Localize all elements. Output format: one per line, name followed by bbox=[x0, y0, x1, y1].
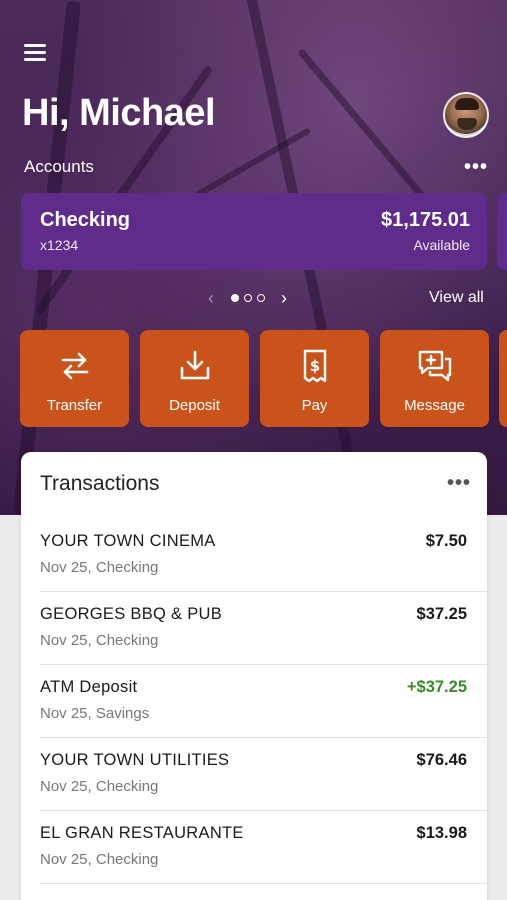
transfer-button[interactable]: Transfer bbox=[20, 330, 129, 427]
message-chat-icon bbox=[418, 350, 452, 382]
pay-button[interactable]: $ Pay bbox=[260, 330, 369, 427]
row-divider bbox=[40, 883, 487, 884]
transaction-amount: $7.50 bbox=[425, 532, 467, 550]
transaction-detail: Nov 25, Savings bbox=[40, 705, 150, 722]
transaction-merchant: GEORGES BBQ & PUB bbox=[40, 605, 223, 623]
account-number: x1234 bbox=[40, 237, 79, 253]
more-actions-peek[interactable] bbox=[499, 330, 507, 427]
chevron-left-icon[interactable]: ‹ bbox=[204, 288, 218, 309]
transaction-row[interactable]: YOUR TOWN CINEMA Nov 25, Checking $7.50 bbox=[21, 519, 487, 592]
transactions-more-icon[interactable]: ••• bbox=[447, 472, 471, 495]
transactions-title: Transactions bbox=[40, 472, 160, 495]
quick-actions: Transfer Deposit $ Pay Message bbox=[0, 330, 507, 427]
view-all-link[interactable]: View all bbox=[429, 289, 484, 307]
transaction-amount: $37.25 bbox=[416, 605, 467, 623]
message-button[interactable]: Message bbox=[380, 330, 489, 427]
pay-label: Pay bbox=[301, 397, 328, 414]
pager-dot-2[interactable] bbox=[243, 294, 252, 302]
accounts-more-icon[interactable]: ••• bbox=[464, 156, 488, 179]
message-label: Message bbox=[404, 397, 465, 414]
account-pager: ‹ › bbox=[204, 288, 291, 308]
transaction-merchant: YOUR TOWN CINEMA bbox=[40, 532, 216, 550]
transaction-row[interactable]: EL GRAN RESTAURANTE Nov 25, Checking $13… bbox=[21, 811, 487, 884]
transfer-arrows-icon bbox=[61, 352, 89, 380]
transaction-amount: $76.46 bbox=[416, 751, 467, 769]
deposit-button[interactable]: Deposit bbox=[140, 330, 249, 427]
transaction-detail: Nov 25, Checking bbox=[40, 851, 159, 868]
hamburger-menu-icon[interactable] bbox=[24, 44, 46, 62]
account-balance: $1,175.01 bbox=[381, 209, 470, 231]
chevron-right-icon[interactable]: › bbox=[277, 288, 291, 309]
next-account-card[interactable] bbox=[497, 193, 507, 270]
transaction-merchant: YOUR TOWN UTILITIES bbox=[40, 751, 230, 769]
greeting-title: Hi, Michael bbox=[22, 92, 216, 134]
pager-dot-1[interactable] bbox=[230, 294, 239, 302]
transaction-detail: Nov 25, Checking bbox=[40, 632, 159, 649]
transactions-panel: Transactions ••• YOUR TOWN CINEMA Nov 25… bbox=[21, 452, 487, 900]
transaction-amount: +$37.25 bbox=[406, 678, 467, 696]
transaction-row[interactable]: GEORGES BBQ & PUB Nov 25, Checking $37.2… bbox=[21, 592, 487, 665]
transaction-detail: Nov 25, Checking bbox=[40, 559, 159, 576]
transaction-merchant: EL GRAN RESTAURANTE bbox=[40, 824, 244, 842]
transaction-row[interactable]: ATM Deposit Nov 25, Savings +$37.25 bbox=[21, 665, 487, 738]
transaction-amount: $13.98 bbox=[416, 824, 467, 842]
accounts-label: Accounts bbox=[24, 157, 94, 176]
deposit-label: Deposit bbox=[169, 397, 220, 414]
transaction-detail: Nov 25, Checking bbox=[40, 778, 159, 795]
account-card-checking[interactable]: Checking x1234 $1,175.01 Available bbox=[21, 193, 487, 270]
svg-text:$: $ bbox=[310, 357, 320, 375]
transaction-row[interactable]: YOUR TOWN UTILITIES Nov 25, Checking $76… bbox=[21, 738, 487, 811]
deposit-download-icon bbox=[180, 350, 210, 380]
transaction-merchant: ATM Deposit bbox=[40, 678, 138, 696]
account-balance-label: Available bbox=[413, 237, 470, 253]
pager-dot-3[interactable] bbox=[256, 294, 265, 302]
transfer-label: Transfer bbox=[46, 397, 103, 414]
pay-bill-icon: $ bbox=[303, 349, 327, 383]
user-avatar[interactable] bbox=[443, 92, 489, 138]
account-name: Checking bbox=[40, 209, 131, 231]
